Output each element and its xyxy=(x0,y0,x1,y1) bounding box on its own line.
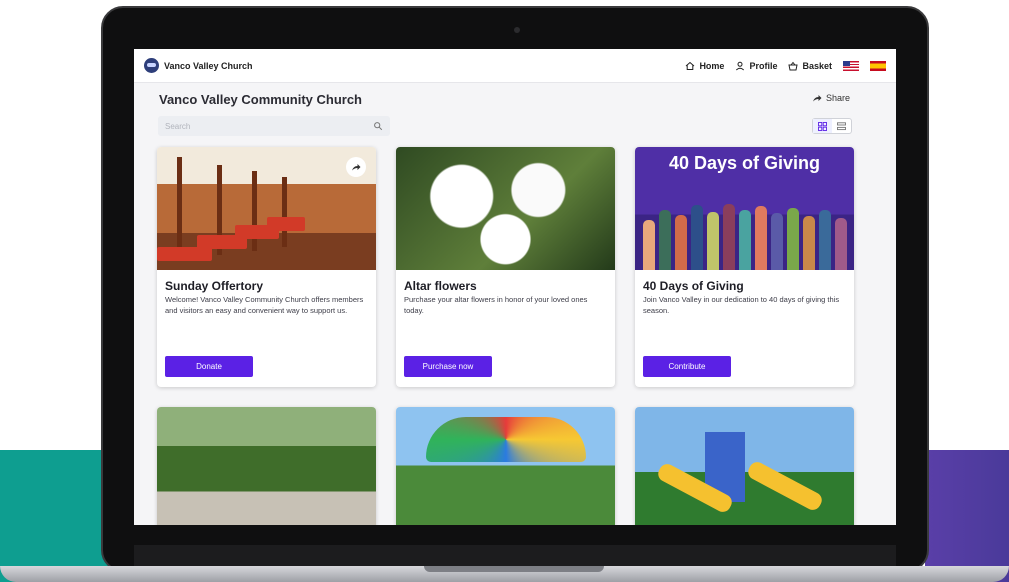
card-garden[interactable] xyxy=(157,407,376,525)
user-icon xyxy=(736,61,745,70)
card-altar-flowers[interactable]: Altar flowers Purchase your altar flower… xyxy=(396,147,615,387)
basket-icon xyxy=(788,61,799,70)
purchase-now-button[interactable]: Purchase now xyxy=(404,356,492,377)
crowd-figure xyxy=(771,213,783,270)
top-navbar: Vanco Valley Church Home Profile Basket xyxy=(134,49,896,83)
lilies-image xyxy=(396,147,615,270)
parachute-shape xyxy=(426,417,586,462)
spain-flag-icon[interactable] xyxy=(870,60,886,71)
nav-profile-label: Profile xyxy=(749,60,778,71)
crowd-figure xyxy=(787,208,799,270)
share-arrow-icon xyxy=(352,164,361,171)
garden-image xyxy=(157,407,376,525)
crowd-figure xyxy=(739,210,751,270)
pew-shape xyxy=(252,171,257,251)
crowd-figure xyxy=(643,220,655,270)
pew-cushion xyxy=(267,217,305,231)
slide-shape xyxy=(745,459,825,513)
card-40-days-giving[interactable]: 40 Days of Giving 40 Days of Giving Join… xyxy=(635,147,854,387)
brand-name[interactable]: Vanco Valley Church xyxy=(164,61,253,71)
decorative-purple-band xyxy=(925,450,1009,582)
us-flag-icon[interactable] xyxy=(843,60,859,71)
pew-shape xyxy=(177,157,182,257)
crowd-figure xyxy=(803,216,815,270)
crowd-figure xyxy=(835,218,847,270)
crowd-figure xyxy=(691,205,703,270)
parachute-image xyxy=(396,407,615,525)
playground-image xyxy=(635,407,854,525)
card-share-button[interactable] xyxy=(346,157,366,177)
nav-menu: Home Profile Basket xyxy=(685,60,886,71)
crowd-figure xyxy=(755,206,767,270)
card-sunday-offertory[interactable]: Sunday Offertory Welcome! Vanco Valley C… xyxy=(157,147,376,387)
crowd-figure xyxy=(659,210,671,270)
nav-basket-label: Basket xyxy=(802,60,832,71)
list-icon xyxy=(837,121,846,130)
crowd-figure xyxy=(723,204,735,270)
church-pews-image xyxy=(157,147,376,270)
home-icon xyxy=(686,61,695,70)
grid-view-button[interactable] xyxy=(813,119,832,133)
grid-icon xyxy=(818,121,827,131)
church-logo-icon[interactable] xyxy=(144,58,159,73)
contribute-button[interactable]: Contribute xyxy=(643,356,731,377)
pew-cushion xyxy=(157,247,212,261)
card-title: 40 Days of Giving xyxy=(643,279,744,293)
stage: Vanco Valley Church Home Profile Basket … xyxy=(0,0,1009,582)
card-title: Altar flowers xyxy=(404,279,477,293)
camera-icon xyxy=(514,27,520,33)
crowd-figure xyxy=(819,210,831,270)
nav-home[interactable]: Home xyxy=(685,61,724,71)
card-description: Welcome! Vanco Valley Community Church o… xyxy=(165,295,364,315)
giving-banner-image: 40 Days of Giving xyxy=(635,147,854,270)
search-icon[interactable] xyxy=(373,121,383,131)
view-toggle xyxy=(812,118,852,134)
search-input[interactable]: Search xyxy=(158,116,390,136)
card-parachute[interactable] xyxy=(396,407,615,525)
search-placeholder: Search xyxy=(165,121,191,131)
laptop-notch xyxy=(424,566,604,572)
share-arrow-icon xyxy=(813,95,822,102)
card-playground[interactable] xyxy=(635,407,854,525)
nav-basket[interactable]: Basket xyxy=(788,61,832,71)
nav-home-label: Home xyxy=(699,60,725,71)
donate-button[interactable]: Donate xyxy=(165,356,253,377)
laptop-chin xyxy=(134,545,896,567)
nav-profile[interactable]: Profile xyxy=(735,61,777,71)
screen: Vanco Valley Church Home Profile Basket … xyxy=(134,49,896,525)
share-label: Share xyxy=(826,93,851,103)
pew-shape xyxy=(282,177,287,247)
page-title: Vanco Valley Community Church xyxy=(159,92,362,107)
crowd-figure xyxy=(707,212,719,270)
crowd-figure xyxy=(675,215,687,270)
card-description: Join Vanco Valley in our dedication to 4… xyxy=(643,295,840,315)
card-title: Sunday Offertory xyxy=(165,279,264,293)
list-view-button[interactable] xyxy=(832,119,851,133)
banner-text: 40 Days of Giving xyxy=(668,153,821,173)
share-button[interactable]: Share xyxy=(812,93,850,103)
card-description: Purchase your altar flowers in honor of … xyxy=(404,295,588,315)
